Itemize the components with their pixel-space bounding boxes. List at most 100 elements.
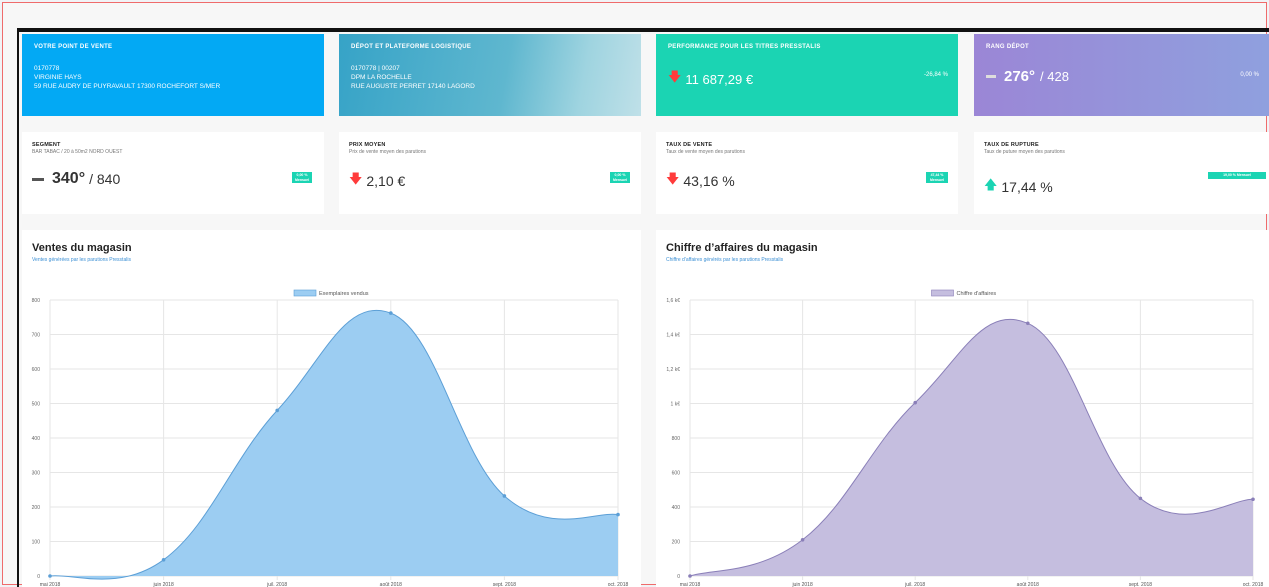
taux-rupture-value: 17,44 % — [1001, 179, 1053, 195]
y-tick-label: 1,2 k€ — [666, 367, 680, 373]
data-point — [1138, 496, 1143, 501]
legend-label: Chiffre d'affaires — [957, 291, 997, 297]
y-tick-label: 400 — [32, 436, 41, 442]
segment-rank: 340° — [52, 170, 86, 187]
y-tick-label: 0 — [37, 574, 40, 580]
store-address: 59 RUE AUDRY DE PUYRAVAULT 17300 ROCHEFO… — [34, 83, 221, 90]
kpi-title: TAUX DE VENTE — [666, 142, 713, 148]
x-tick-label: juin 2018 — [152, 582, 174, 587]
series-area — [690, 319, 1253, 576]
top-border — [17, 28, 1269, 32]
rang-pct: 0,00 % — [1240, 72, 1259, 78]
kpi-subtitle: Taux de vente moyen des parutions — [666, 149, 745, 155]
data-point — [502, 494, 507, 498]
kpi-subtitle: BAR TABAC / 20 à 50m2 NORD OUEST — [32, 149, 123, 155]
y-tick-label: 400 — [672, 505, 681, 511]
kpi-taux-vente: TAUX DE VENTE Taux de vente moyen des pa… — [656, 132, 958, 214]
tile-performance: PERFORMANCE POUR LES TITRES PRESSTALIS 🡇… — [656, 34, 958, 116]
panel-subtitle: Chiffre d’affaires générés par les parut… — [666, 257, 784, 263]
kpi-title: TAUX DE RUPTURE — [984, 142, 1039, 148]
y-tick-label: 600 — [32, 367, 41, 373]
kpi-badge: 47,44 % Mensuel — [926, 172, 948, 183]
x-tick-label: oct. 2018 — [1243, 582, 1264, 587]
depot-address: RUE AUGUSTE PERRET 17140 LAGORD — [351, 83, 475, 90]
arrow-up-icon: 🡅 — [984, 177, 998, 192]
y-tick-label: 200 — [32, 505, 41, 511]
kpi-badge: 0,00 % Mensuel — [292, 172, 312, 183]
data-point — [389, 311, 393, 315]
x-tick-label: août 2018 — [1017, 582, 1039, 587]
legend-swatch — [931, 289, 954, 297]
kpi-badge: 0,00 % Mensuel — [610, 172, 630, 183]
data-point — [688, 574, 692, 578]
x-tick-label: sept. 2018 — [1129, 582, 1153, 587]
tile-title: VOTRE POINT DE VENTE — [34, 44, 113, 50]
y-tick-label: 700 — [32, 333, 41, 339]
y-tick-label: 1 k€ — [671, 402, 681, 408]
store-owner: VIRGINIE HAYS — [34, 74, 82, 81]
data-point — [275, 408, 279, 413]
panel-title: Chiffre d’affaires du magasin — [666, 242, 818, 254]
kpi-subtitle: Taux de puture moyen des parutions — [984, 149, 1065, 155]
y-tick-label: 800 — [32, 298, 41, 304]
left-border — [17, 28, 19, 587]
kpi-title: SEGMENT — [32, 142, 61, 148]
kpi-badge: 19,00 % Mensuel — [1208, 172, 1266, 179]
x-tick-label: juin 2018 — [791, 582, 813, 587]
panel-chiffre-affaires: Chiffre d’affaires du magasin Chiffre d’… — [656, 230, 1269, 587]
x-tick-label: oct. 2018 — [608, 582, 629, 587]
ca-chart: 0 200 400 600 800 1 k€ 1,2 k€ 1,4 k€ 1,6 k€ mai 2… — [666, 289, 1264, 587]
dash-icon — [986, 75, 996, 78]
tile-point-de-vente: VOTRE POINT DE VENTE 0170778 VIRGINIE HA… — [22, 34, 324, 116]
data-point — [800, 537, 805, 542]
store-code: 0170778 — [34, 65, 60, 72]
depot-name: DPM LA ROCHELLE — [351, 74, 412, 81]
tile-depot: DÉPOT ET PLATEFORME LOGISTIQUE 0170778 |… — [339, 34, 641, 116]
y-tick-label: 500 — [32, 402, 41, 408]
kpi-segment: SEGMENT BAR TABAC / 20 à 50m2 NORD OUEST… — [22, 132, 324, 214]
arrow-down-icon: 🡇 — [668, 69, 682, 84]
kpi-title: PRIX MOYEN — [349, 142, 386, 148]
legend-label: Exemplaires vendus — [319, 291, 369, 297]
y-tick-label: 200 — [672, 540, 681, 546]
x-tick-label: juil. 2018 — [904, 582, 925, 587]
segment-total: / 840 — [89, 171, 121, 187]
performance-pct: -26,84 % — [923, 72, 948, 78]
rang-value: 276° — [1004, 68, 1036, 85]
panel-subtitle: Ventes générées par les parutions Presst… — [32, 257, 131, 263]
depot-code: 0170778 | 00207 — [351, 65, 400, 72]
series-area — [50, 310, 618, 580]
data-point — [616, 512, 620, 517]
y-tick-label: 1,6 k€ — [666, 298, 680, 304]
x-tick-label: juil. 2018 — [266, 582, 287, 587]
prix-value: 2,10 € — [366, 173, 406, 189]
data-point — [913, 400, 917, 405]
ventes-chart: 0 100 200 300 400 500 600 700 800 mai 2018 juin 20… — [32, 289, 629, 587]
y-tick-label: 100 — [32, 540, 41, 546]
data-point — [1251, 497, 1255, 502]
y-tick-label: 300 — [32, 471, 41, 477]
y-tick-label: 800 — [672, 436, 681, 442]
y-tick-label: 0 — [677, 574, 680, 580]
tile-title: DÉPOT ET PLATEFORME LOGISTIQUE — [351, 44, 472, 50]
tile-rang-depot: RANG DÉPOT 276° / 428 0,00 % — [974, 34, 1269, 116]
performance-value: 11 687,29 € — [685, 71, 754, 87]
data-point — [1026, 321, 1030, 326]
x-tick-label: mai 2018 — [40, 582, 61, 587]
data-point — [48, 574, 52, 578]
legend-swatch — [293, 289, 317, 297]
kpi-taux-rupture: TAUX DE RUPTURE Taux de puture moyen des… — [974, 132, 1269, 214]
panel-title: Ventes du magasin — [32, 242, 132, 254]
taux-vente-value: 43,16 % — [683, 173, 735, 189]
dash-icon — [32, 177, 44, 181]
x-tick-label: août 2018 — [380, 582, 402, 587]
kpi-prix-moyen: PRIX MOYEN Prix de vente moyen des parut… — [339, 132, 641, 214]
arrow-down-icon: 🡇 — [666, 171, 680, 186]
x-tick-label: mai 2018 — [680, 582, 701, 587]
x-tick-label: sept. 2018 — [493, 582, 517, 587]
data-point — [161, 557, 166, 562]
y-tick-label: 1,4 k€ — [666, 333, 680, 339]
panel-ventes: Ventes du magasin Ventes générées par le… — [22, 230, 641, 587]
tile-title: PERFORMANCE POUR LES TITRES PRESSTALIS — [668, 44, 821, 50]
rang-total: / 428 — [1040, 69, 1069, 84]
